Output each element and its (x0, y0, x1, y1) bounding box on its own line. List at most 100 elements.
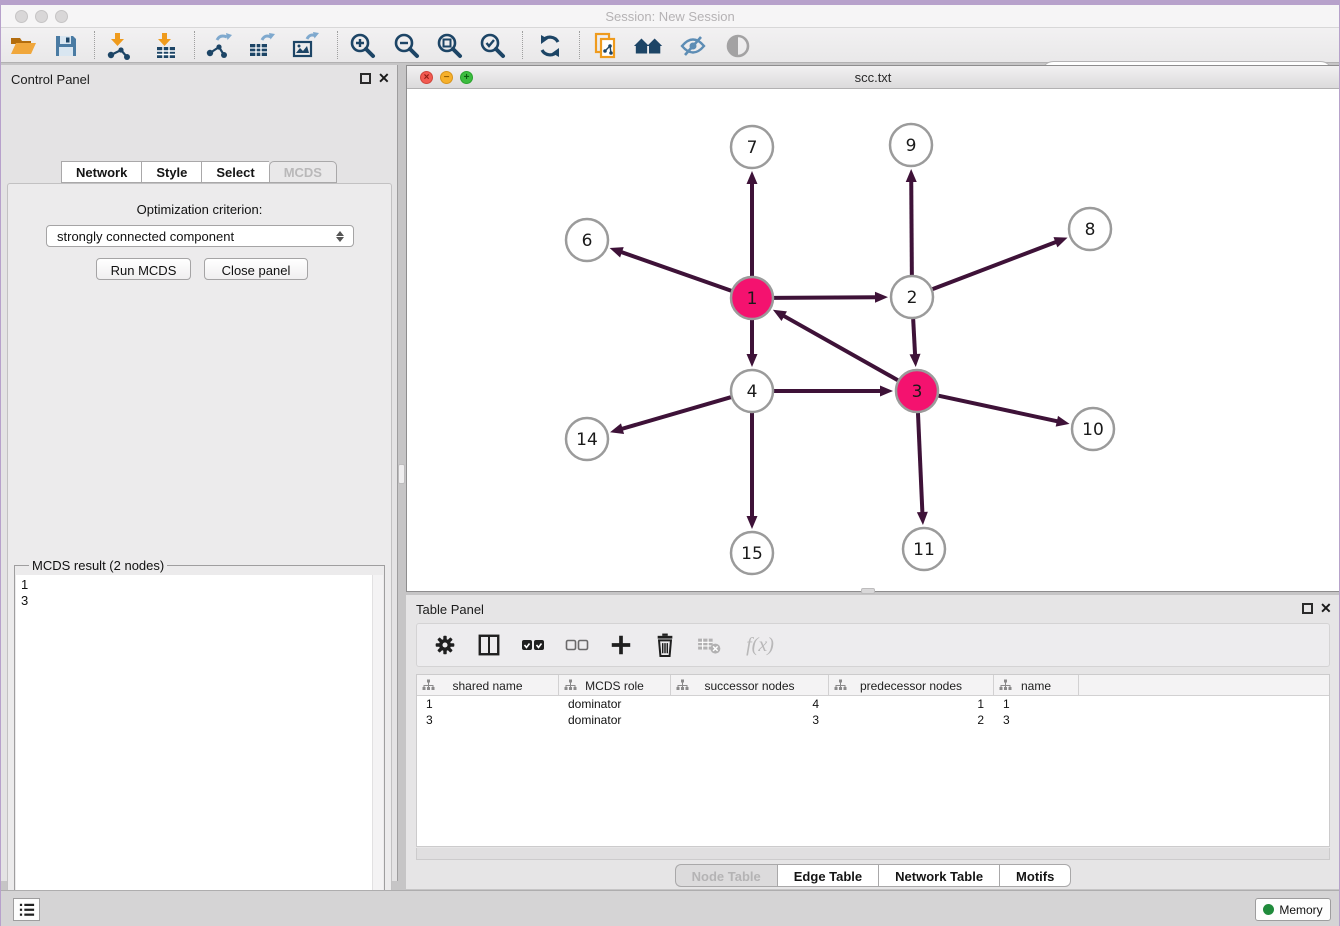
table-panel: Table Panel ✕ (406, 595, 1340, 889)
table-horizontal-scrollbar[interactable] (416, 848, 1330, 860)
network-canvas[interactable]: 7968124314101511 (407, 89, 1339, 591)
add-column-icon[interactable] (607, 631, 635, 659)
edge-1-6[interactable] (619, 251, 731, 290)
deselect-all-rows-icon[interactable] (563, 631, 591, 659)
close-panel-icon[interactable]: ✕ (378, 71, 390, 85)
toolbar-separator (194, 31, 195, 59)
edge-2-9[interactable] (911, 179, 912, 275)
import-table-icon[interactable] (150, 30, 182, 62)
criterion-value: strongly connected component (57, 229, 234, 244)
column-header-successor-nodes[interactable]: successor nodes (671, 675, 829, 696)
criterion-select[interactable]: strongly connected component (46, 225, 354, 247)
memory-button[interactable]: Memory (1255, 898, 1331, 921)
select-stepper-icon (333, 228, 347, 244)
table-tab-node-table[interactable]: Node Table (675, 864, 777, 887)
column-header-predecessor-nodes[interactable]: predecessor nodes (829, 675, 994, 696)
control-tab-network[interactable]: Network (61, 161, 141, 183)
column-header-MCDS-role[interactable]: MCDS role (559, 675, 671, 696)
settings-gear-icon[interactable] (431, 631, 459, 659)
control-tab-mcds[interactable]: MCDS (269, 161, 337, 183)
network-titlebar[interactable]: × − + scc.txt (407, 66, 1339, 89)
float-panel-icon[interactable] (360, 73, 371, 84)
zoom-selected-icon[interactable] (477, 30, 509, 62)
export-table-icon[interactable] (246, 30, 278, 62)
table-tab-motifs[interactable]: Motifs (999, 864, 1071, 887)
graph-node-label-6: 6 (582, 231, 593, 251)
panel-splitter-grip[interactable] (398, 464, 405, 484)
hide-style-icon[interactable] (677, 30, 709, 62)
clone-network-icon[interactable] (590, 30, 622, 62)
table-cell[interactable]: dominator (559, 696, 671, 712)
graph-node-label-14: 14 (576, 430, 598, 450)
control-tab-style[interactable]: Style (141, 161, 201, 183)
export-image-icon[interactable] (290, 30, 322, 62)
toolbar-separator (522, 31, 523, 59)
canvas-splitter-grip[interactable] (861, 588, 875, 594)
graph-node-label-9: 9 (906, 136, 917, 156)
graph-node-label-3: 3 (912, 382, 923, 402)
table-row[interactable]: 1dominator411 (417, 696, 1329, 712)
zoom-fit-icon[interactable] (434, 30, 466, 62)
delete-column-icon[interactable] (651, 631, 679, 659)
edge-arrowhead (610, 423, 624, 434)
column-header-shared-name[interactable]: shared name (417, 675, 559, 696)
table-cell[interactable]: dominator (559, 712, 671, 728)
edge-3-10[interactable] (939, 396, 1060, 422)
close-panel-button[interactable]: Close panel (204, 258, 308, 280)
delete-table-icon[interactable] (695, 631, 723, 659)
table-header-row: shared nameMCDS rolesuccessor nodesprede… (417, 675, 1329, 696)
edge-1-2[interactable] (774, 297, 878, 298)
memory-status-icon (1263, 904, 1274, 915)
refresh-icon[interactable] (534, 30, 566, 62)
open-session-icon[interactable] (7, 30, 39, 62)
export-network-icon[interactable] (203, 30, 235, 62)
graph-node-label-1: 1 (747, 289, 758, 309)
run-mcds-button[interactable]: Run MCDS (96, 258, 191, 280)
save-session-icon[interactable] (50, 30, 82, 62)
import-network-icon[interactable] (103, 30, 135, 62)
zoom-out-icon[interactable] (391, 30, 423, 62)
home-layout-icon[interactable] (633, 30, 665, 62)
zoom-in-icon[interactable] (347, 30, 379, 62)
edge-arrowhead (917, 512, 928, 525)
edge-arrowhead (747, 516, 758, 529)
control-panel-title: Control Panel (11, 72, 90, 87)
show-eye-icon[interactable] (722, 30, 754, 62)
table-cell[interactable]: 1 (417, 696, 559, 712)
table-cell[interactable]: 4 (671, 696, 829, 712)
app-titlebar[interactable]: Session: New Session (1, 5, 1339, 28)
edge-2-3[interactable] (913, 319, 915, 357)
graph-node-label-7: 7 (747, 138, 758, 158)
table-cell[interactable]: 3 (671, 712, 829, 728)
table-cell[interactable]: 1 (994, 696, 1079, 712)
edge-4-14[interactable] (620, 397, 731, 429)
column-header-name[interactable]: name (994, 675, 1079, 696)
edge-arrowhead (747, 354, 758, 367)
edge-3-11[interactable] (918, 413, 923, 515)
edge-3-1[interactable] (782, 315, 898, 381)
graph-node-label-10: 10 (1082, 420, 1104, 440)
select-all-rows-icon[interactable] (519, 631, 547, 659)
task-history-button[interactable] (13, 898, 40, 921)
control-tab-select[interactable]: Select (201, 161, 268, 183)
table-cell[interactable]: 3 (994, 712, 1079, 728)
graph-node-label-15: 15 (741, 544, 763, 564)
main-toolbar (1, 28, 1339, 63)
edge-2-8[interactable] (933, 241, 1059, 289)
float-table-panel-icon[interactable] (1302, 603, 1313, 614)
column-selector-icon[interactable] (475, 631, 503, 659)
mcds-result-list[interactable]: 13 (16, 575, 383, 926)
function-builder-icon[interactable]: f(x) (739, 631, 781, 659)
edge-arrowhead (610, 247, 624, 257)
graph-node-label-8: 8 (1085, 220, 1096, 240)
table-cell[interactable]: 1 (829, 696, 994, 712)
close-table-panel-icon[interactable]: ✕ (1320, 601, 1332, 615)
table-row[interactable]: 3dominator323 (417, 712, 1329, 728)
result-scrollbar[interactable] (372, 575, 383, 926)
control-panel-tabs: NetworkStyleSelectMCDS (1, 161, 397, 183)
table-cell[interactable]: 2 (829, 712, 994, 728)
table-cell[interactable]: 3 (417, 712, 559, 728)
table-tab-edge-table[interactable]: Edge Table (777, 864, 878, 887)
cytoscape-window: Session: New Session (0, 0, 1340, 926)
table-tab-network-table[interactable]: Network Table (878, 864, 999, 887)
